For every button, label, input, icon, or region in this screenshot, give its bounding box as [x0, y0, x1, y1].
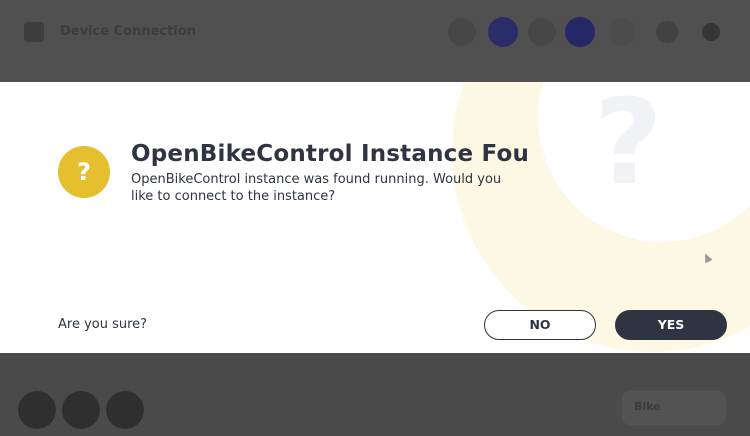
menu-icon[interactable]: [24, 22, 44, 42]
more-menu-icon[interactable]: [702, 23, 720, 41]
bluetooth-icon[interactable]: [448, 18, 476, 46]
footer-action-button-2[interactable]: [62, 391, 100, 429]
user-avatar-icon[interactable]: [565, 17, 595, 47]
footer-action-button-1[interactable]: [18, 391, 56, 429]
question-mark-icon: ?: [77, 158, 91, 186]
decorative-question-icon: ?: [594, 82, 663, 211]
no-button[interactable]: NO: [484, 310, 596, 340]
yes-button[interactable]: YES: [615, 310, 727, 340]
confirm-prompt: Are you sure?: [58, 317, 148, 332]
settings-icon[interactable]: [656, 21, 678, 43]
question-badge: ?: [58, 146, 110, 198]
device-icon[interactable]: [528, 18, 556, 46]
dialog-title: OpenBikeControl Instance Found: [131, 141, 529, 167]
dialog-message: OpenBikeControl instance was found runni…: [131, 172, 502, 204]
footer-select-label: Bike: [634, 400, 661, 413]
chart-icon[interactable]: [608, 18, 636, 46]
connection-status-icon[interactable]: [488, 17, 518, 47]
footer-action-button-3[interactable]: [106, 391, 144, 429]
footer-select[interactable]: Bike: [622, 391, 726, 425]
confirm-dialog: ? ? OpenBikeControl Instance Found OpenB…: [0, 82, 750, 353]
app-title: Device Connection: [60, 24, 196, 39]
app-header: Device Connection: [0, 0, 750, 82]
app-footer: Bike: [0, 353, 750, 436]
